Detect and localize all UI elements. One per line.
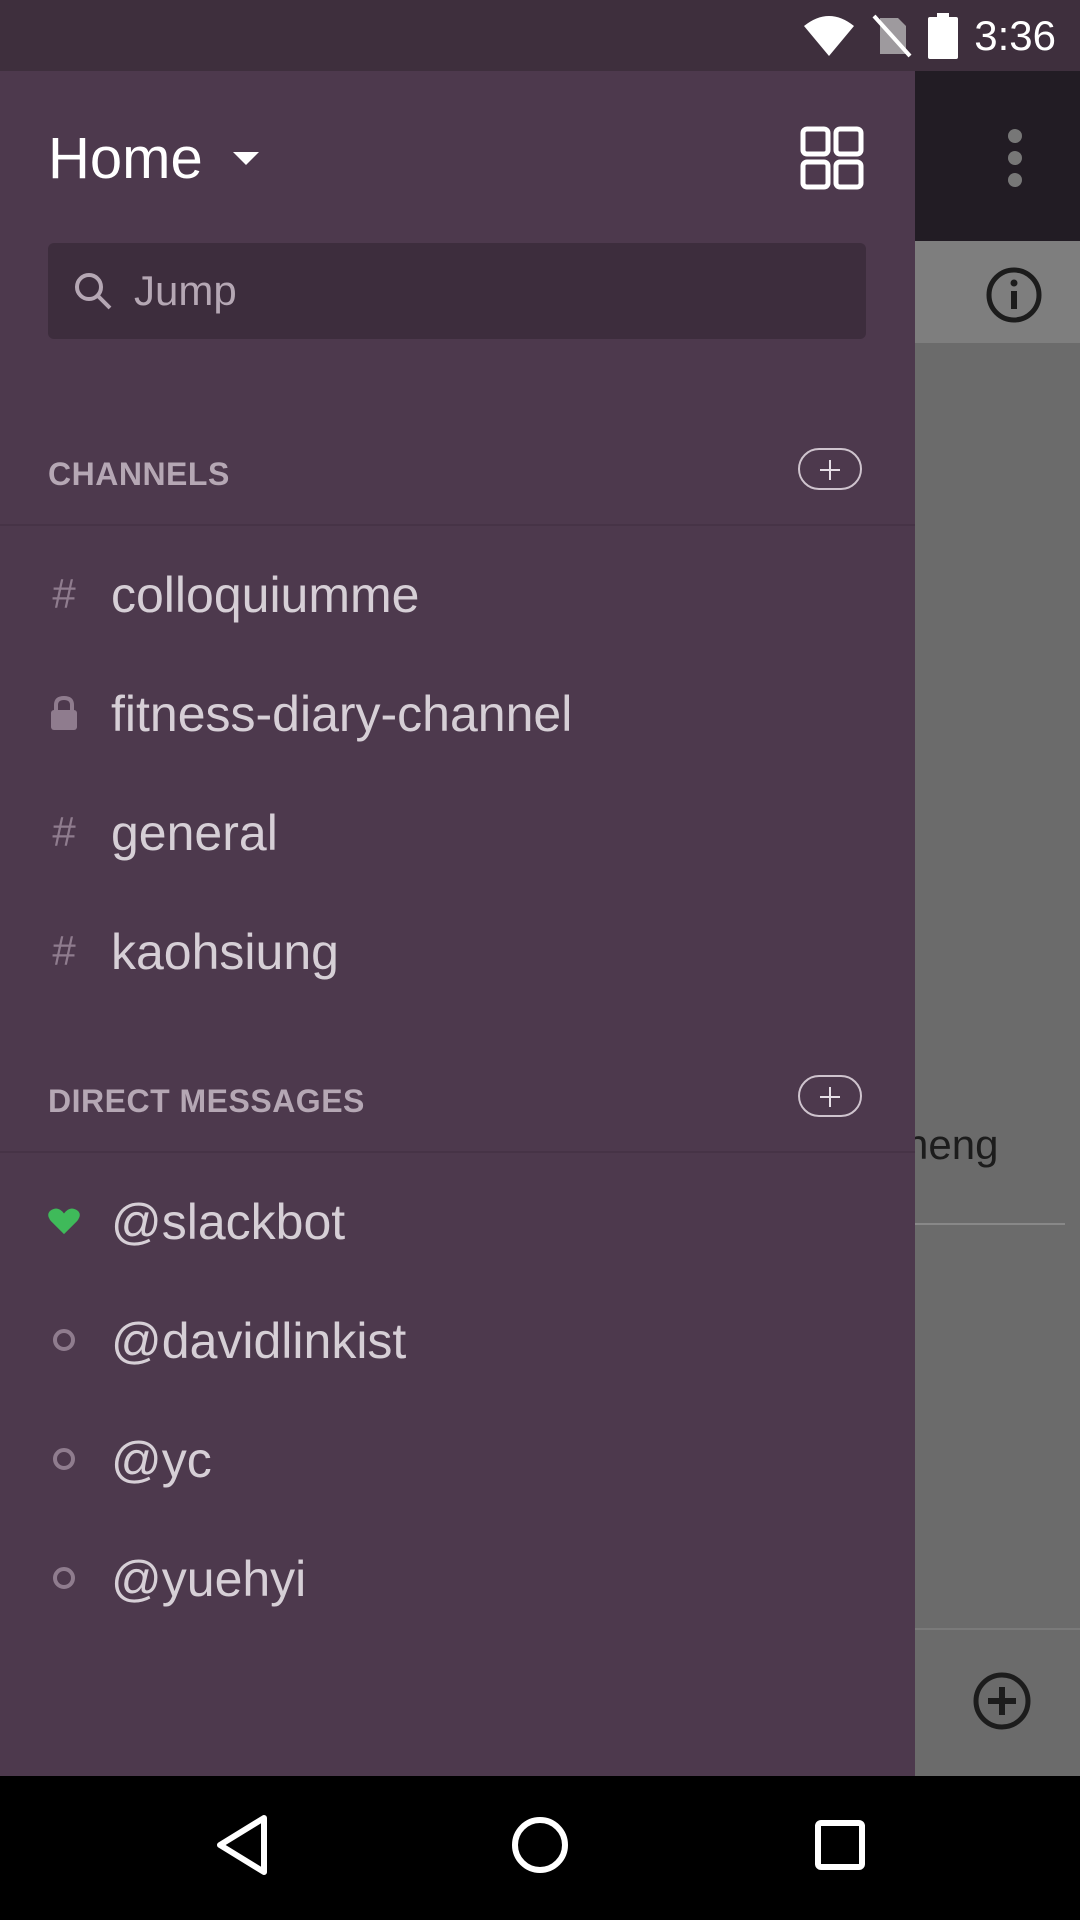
dm-name: @slackbot (111, 1194, 346, 1250)
add-direct-message-button[interactable] (798, 1075, 862, 1117)
direct-messages-header: DIRECT MESSAGES (0, 1051, 915, 1153)
hash-icon: # (52, 808, 76, 855)
channel-name: fitness-diary-channel (111, 686, 573, 742)
no-sim-icon (872, 14, 912, 57)
channel-name: kaohsiung (111, 924, 339, 980)
battery-icon (928, 12, 959, 59)
channel-name: colloquiumme (111, 567, 420, 623)
search-icon (75, 273, 112, 310)
heart-icon (48, 1199, 80, 1243)
dm-name: @yc (111, 1432, 212, 1488)
presence-away-icon (48, 1556, 80, 1600)
channels-header: CHANNELS (0, 424, 915, 526)
dm-name: @yuehyi (111, 1551, 307, 1607)
hash-icon: # (52, 570, 76, 617)
recents-icon[interactable] (810, 1812, 870, 1878)
wifi-icon (804, 15, 855, 56)
dm-name: @davidlinkist (111, 1313, 407, 1369)
channels-header-label: CHANNELS (48, 456, 230, 492)
divider (915, 1223, 1065, 1225)
presence-away-icon (48, 1318, 80, 1362)
caret-down-icon (232, 152, 259, 165)
more-options-icon[interactable] (995, 126, 1035, 190)
home-icon[interactable] (510, 1812, 570, 1878)
presence-away-icon (48, 1437, 80, 1481)
grid-icon[interactable] (800, 126, 864, 190)
channel-item-fitness-diary-channel[interactable]: fitness-diary-channel (0, 655, 915, 774)
dm-item-davidlinkist[interactable]: @davidlinkist (0, 1282, 915, 1401)
channel-item-general[interactable]: # general (0, 774, 915, 893)
status-bar: 3:36 (0, 0, 1080, 71)
channel-item-colloquiumme[interactable]: # colloquiumme (0, 536, 915, 655)
dm-item-slackbot[interactable]: @slackbot (0, 1163, 915, 1282)
back-icon[interactable] (212, 1812, 272, 1878)
clock: 3:36 (974, 11, 1056, 59)
hash-icon: # (52, 927, 76, 974)
direct-messages-header-label: DIRECT MESSAGES (48, 1083, 365, 1119)
search-placeholder: Jump (134, 267, 237, 314)
dm-item-yc[interactable]: @yc (0, 1401, 915, 1520)
channel-item-kaohsiung[interactable]: # kaohsiung (0, 893, 915, 1012)
background-message-text: heng (905, 1121, 999, 1168)
lock-icon (48, 691, 80, 735)
add-attachment-icon[interactable] (972, 1671, 1032, 1731)
info-icon[interactable] (985, 266, 1043, 324)
add-channel-button[interactable] (798, 448, 862, 490)
channel-name: general (111, 805, 278, 861)
navigation-drawer: Home Jump CHANNELS # colloquiumme fitnes… (0, 71, 915, 1776)
dm-item-yuehyi[interactable]: @yuehyi (0, 1520, 915, 1639)
team-name: Home (48, 126, 203, 191)
team-switcher[interactable]: Home (48, 125, 259, 192)
jump-search-input[interactable]: Jump (48, 243, 866, 339)
system-navigation-bar (0, 1776, 1080, 1920)
